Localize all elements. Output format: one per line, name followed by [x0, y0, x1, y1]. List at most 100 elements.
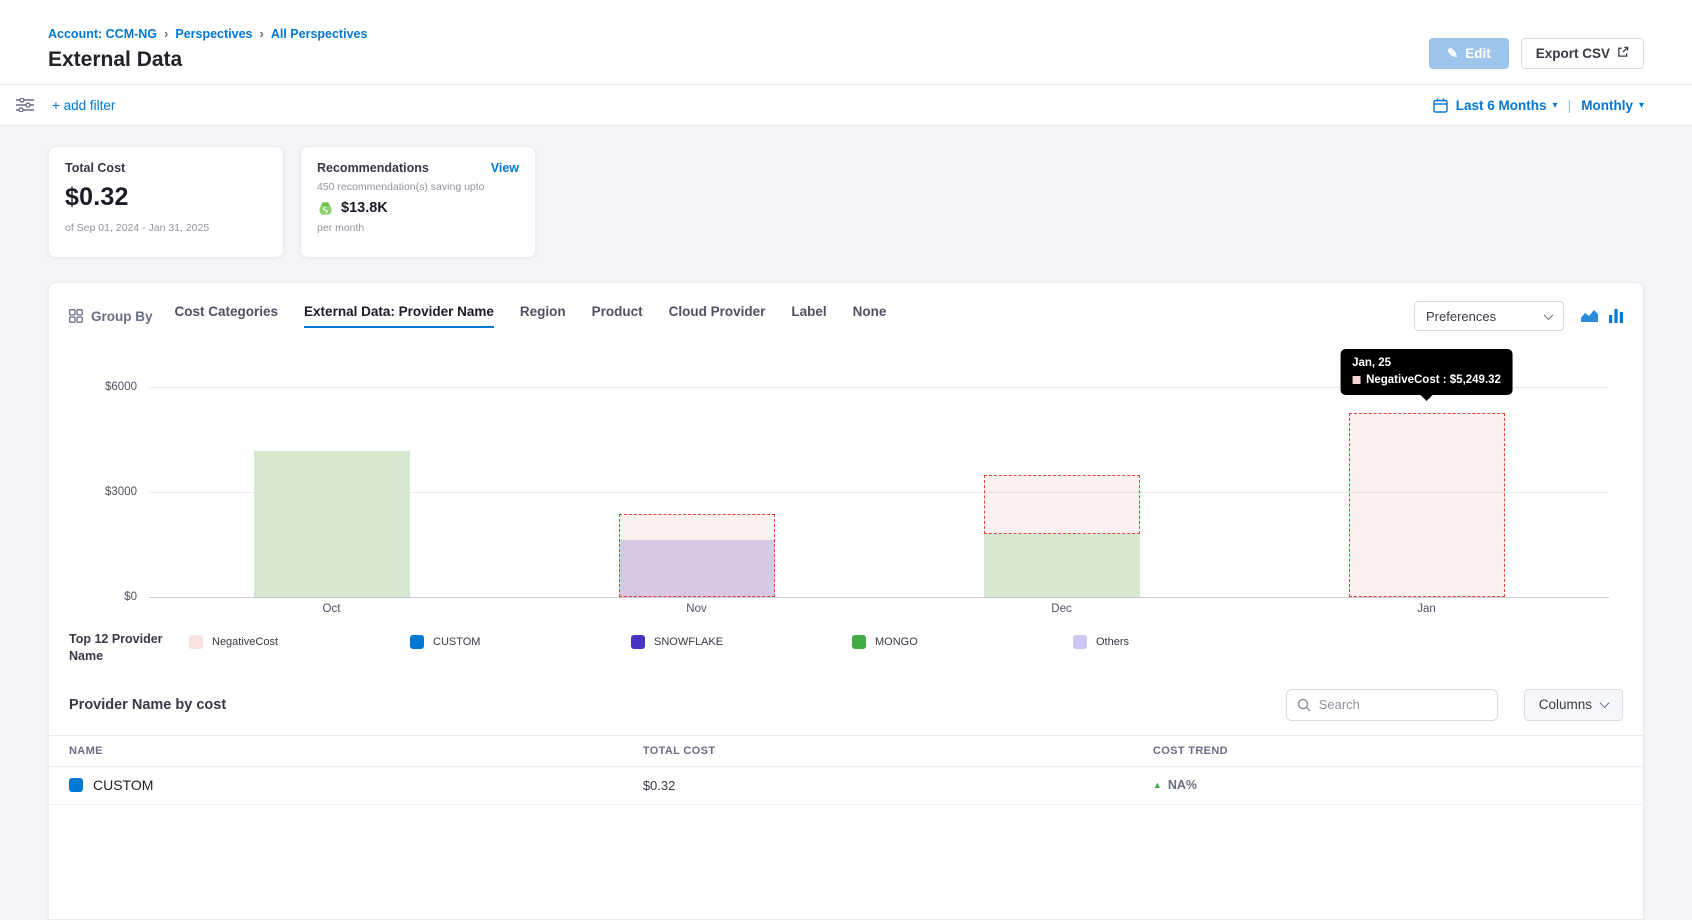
- row-color-swatch: [69, 778, 83, 792]
- view-recommendations-link[interactable]: View: [491, 161, 519, 175]
- perspective-panel: Group By Cost Categories External Data: P…: [48, 282, 1644, 920]
- group-by-tab-none[interactable]: None: [853, 304, 887, 328]
- total-cost-label: Total Cost: [65, 161, 267, 175]
- filter-right: Last 6 Months ▾ | Monthly ▾: [1433, 97, 1644, 113]
- page-header: Account: CCM-NG›Perspectives›All Perspec…: [0, 0, 1692, 84]
- search-icon: [1297, 698, 1311, 712]
- edit-button-label: Edit: [1465, 46, 1491, 61]
- group-by-label: Group By: [91, 309, 153, 324]
- legend-item-custom[interactable]: CUSTOM: [410, 635, 631, 649]
- table-title-row: Provider Name by cost Columns: [49, 689, 1643, 721]
- main-content: Total Cost $0.32 of Sep 01, 2024 - Jan 3…: [0, 126, 1692, 920]
- group-by-tab-cloud-provider[interactable]: Cloud Provider: [669, 304, 766, 328]
- recommendations-amount: $13.8K: [341, 200, 388, 216]
- legend-item-snowflake[interactable]: SNOWFLAKE: [631, 635, 852, 649]
- recommendations-line1: 450 recommendation(s) saving upto: [317, 181, 519, 193]
- breadcrumb-item-account-ccm-ng[interactable]: Account: CCM-NG: [48, 27, 157, 41]
- legend-item-mongo[interactable]: MONGO: [852, 635, 1073, 649]
- area-chart-icon[interactable]: [1580, 309, 1599, 323]
- breadcrumb-item-all-perspectives[interactable]: All Perspectives: [271, 27, 368, 41]
- x-axis-label-dec: Dec: [879, 603, 1244, 615]
- legend-swatch-mongo: [852, 635, 866, 649]
- recommendations-label: Recommendations: [317, 161, 429, 175]
- x-axis-label-nov: Nov: [514, 603, 879, 615]
- date-range-value: Last 6 Months: [1456, 98, 1547, 113]
- header-actions: ✎ Edit Export CSV: [1429, 38, 1644, 69]
- group-by-row: Group By Cost Categories External Data: P…: [49, 301, 1643, 331]
- preferences-label: Preferences: [1426, 309, 1496, 324]
- chevron-down-icon: [1544, 310, 1554, 320]
- group-by-label-wrap: Group By: [69, 309, 153, 324]
- chart-legend: NegativeCost CUSTOMSNOWFLAKEMONGO Others: [181, 635, 1623, 649]
- legend-item-negativecost[interactable]: NegativeCost: [189, 635, 410, 649]
- chart-controls: Preferences: [1414, 301, 1623, 331]
- granularity-value: Monthly: [1581, 98, 1633, 113]
- table-row-custom[interactable]: CUSTOM$0.32▲NA%: [49, 767, 1643, 805]
- recommendations-line2: per month: [317, 222, 519, 234]
- filter-bar: + add filter Last 6 Months ▾ | Monthly ▾: [0, 84, 1692, 126]
- chart-legend-row: Top 12 Provider Name NegativeCost CUSTOMS…: [49, 621, 1643, 665]
- bar-mongo-oct[interactable]: [254, 451, 410, 597]
- legend-title: Top 12 Provider Name: [69, 631, 181, 665]
- search-input[interactable]: [1319, 697, 1487, 712]
- breadcrumb-item-perspectives[interactable]: Perspectives: [175, 27, 252, 41]
- chart-x-axis-row: OctNovDecJan: [49, 603, 1643, 615]
- chart-area: $6000$3000$0 Jan, 25 NegativeCost : $5,2…: [49, 387, 1643, 597]
- tooltip-title: Jan, 25: [1352, 357, 1501, 369]
- search-box: [1286, 689, 1498, 721]
- row-name: CUSTOM: [93, 777, 153, 793]
- chevron-down-icon: ▾: [1639, 100, 1644, 111]
- chevron-down-icon: ▾: [1553, 100, 1558, 111]
- external-link-icon: [1617, 46, 1629, 61]
- legend-item-others[interactable]: Others: [1073, 635, 1294, 649]
- table-actions: Columns: [1286, 689, 1623, 721]
- total-cost-card: Total Cost $0.32 of Sep 01, 2024 - Jan 3…: [48, 146, 284, 258]
- columns-button[interactable]: Columns: [1524, 689, 1623, 721]
- legend-swatch-custom: [410, 635, 424, 649]
- table-header-row: NAMETOTAL COSTCOST TREND: [49, 735, 1643, 767]
- money-icon: [317, 201, 334, 216]
- bar-negativecost-jan[interactable]: [1349, 413, 1505, 597]
- chart-x-axis: OctNovDecJan: [149, 603, 1609, 615]
- group-by-tab-region[interactable]: Region: [520, 304, 566, 328]
- date-range-selector[interactable]: Last 6 Months ▾: [1456, 98, 1558, 113]
- columns-button-label: Columns: [1539, 697, 1592, 712]
- group-by-icon: [69, 309, 83, 323]
- group-by-tab-product[interactable]: Product: [592, 304, 643, 328]
- chart-plot: Jan, 25 NegativeCost : $5,249.32: [149, 387, 1609, 597]
- trend-up-icon: ▲: [1153, 780, 1162, 790]
- table-body: CUSTOM$0.32▲NA%: [49, 767, 1643, 805]
- bar-mongo-dec[interactable]: [984, 534, 1140, 597]
- group-by-tab-external-data-provider-name[interactable]: External Data: Provider Name: [304, 304, 494, 328]
- divider: |: [1568, 97, 1572, 113]
- chart-column-jan: [1244, 387, 1609, 597]
- preferences-dropdown[interactable]: Preferences: [1414, 301, 1564, 331]
- breadcrumb-separator: ›: [260, 26, 264, 41]
- column-header-name[interactable]: NAME: [49, 745, 623, 757]
- y-axis-tick: $3000: [105, 486, 137, 498]
- bar-chart-icon[interactable]: [1609, 309, 1623, 323]
- group-by-tab-cost-categories[interactable]: Cost Categories: [175, 304, 279, 328]
- legend-swatch-negativecost: [189, 635, 203, 649]
- bar-negativecost-nov[interactable]: [619, 514, 775, 597]
- legend-label: Others: [1096, 636, 1129, 648]
- provider-cost-table: NAMETOTAL COSTCOST TREND CUSTOM$0.32▲NA%: [49, 735, 1643, 805]
- legend-swatch-snowflake: [631, 635, 645, 649]
- bar-negativecost-dec[interactable]: [984, 475, 1140, 535]
- cell-cost-trend: ▲NA%: [1133, 778, 1643, 792]
- export-csv-button[interactable]: Export CSV: [1521, 38, 1644, 69]
- gridline: [149, 597, 1609, 598]
- tooltip-value: NegativeCost : $5,249.32: [1366, 374, 1501, 386]
- tooltip-series-swatch: [1352, 376, 1360, 384]
- granularity-selector[interactable]: Monthly ▾: [1581, 98, 1644, 113]
- legend-label: NegativeCost: [212, 636, 278, 648]
- tooltip-arrow: [1421, 395, 1433, 401]
- filter-settings-icon[interactable]: [16, 98, 34, 112]
- column-header-total-cost[interactable]: TOTAL COST: [623, 745, 1133, 757]
- column-header-cost-trend[interactable]: COST TREND: [1133, 745, 1643, 757]
- add-filter-button[interactable]: + add filter: [52, 98, 115, 113]
- edit-button[interactable]: ✎ Edit: [1429, 38, 1509, 69]
- y-axis-tick: $0: [124, 591, 137, 603]
- group-by-tab-label[interactable]: Label: [791, 304, 826, 328]
- chart-column-nov: [514, 387, 879, 597]
